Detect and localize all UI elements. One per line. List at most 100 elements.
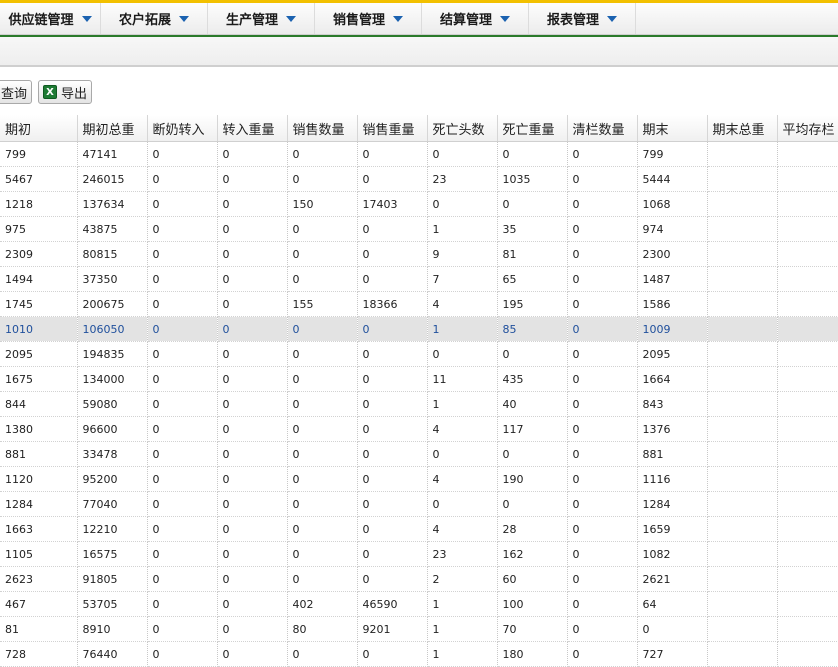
table-cell: 43875 — [77, 216, 148, 242]
table-cell — [777, 591, 838, 617]
column-header[interactable]: 期末总重 — [707, 115, 778, 142]
table-cell — [777, 191, 838, 217]
table-cell: 1380 — [0, 416, 78, 442]
table-cell — [777, 266, 838, 292]
table-row[interactable]: 1494 37350 0 0 0 0 7 65 0 1487 — [0, 266, 838, 292]
table-cell: 1105 — [0, 541, 78, 567]
table-cell: 47141 — [77, 141, 148, 167]
column-header[interactable]: 销售数量 — [287, 115, 358, 142]
table-row[interactable]: 5467 246015 0 0 0 0 23 1035 0 5444 — [0, 166, 838, 192]
table-row[interactable]: 2095 194835 0 0 0 0 0 0 0 2095 — [0, 341, 838, 367]
table-cell: 37350 — [77, 266, 148, 292]
table-cell: 7 — [427, 266, 498, 292]
column-header[interactable]: 销售重量 — [357, 115, 428, 142]
table-cell: 435 — [497, 366, 568, 392]
export-button[interactable]: X 导出 — [38, 80, 93, 104]
table-cell: 799 — [0, 141, 78, 167]
table-row[interactable]: 1663 12210 0 0 0 0 4 28 0 1659 — [0, 516, 838, 542]
table-cell: 2 — [427, 566, 498, 592]
table-row[interactable]: 799 47141 0 0 0 0 0 0 0 799 — [0, 141, 838, 167]
table-cell: 0 — [147, 216, 218, 242]
column-header[interactable]: 期初总重 — [77, 115, 148, 142]
menu-item-4[interactable]: 结算管理 — [422, 3, 529, 34]
table-cell: 0 — [147, 141, 218, 167]
table-row[interactable]: 1218 137634 0 0 150 17403 0 0 0 1068 — [0, 191, 838, 217]
column-header[interactable]: 死亡头数 — [427, 115, 498, 142]
menu-item-label: 农户拓展 — [118, 13, 171, 28]
table-row[interactable]: 1284 77040 0 0 0 0 0 0 0 1284 — [0, 491, 838, 517]
table-cell: 0 — [427, 341, 498, 367]
table-cell: 0 — [287, 541, 358, 567]
table-cell — [777, 441, 838, 467]
table-row[interactable]: 728 76440 0 0 0 0 1 180 0 727 — [0, 641, 838, 667]
chevron-down-icon — [286, 15, 296, 22]
chevron-down-icon — [179, 15, 189, 22]
table-cell: 162 — [497, 541, 568, 567]
column-header[interactable]: 转入重量 — [217, 115, 288, 142]
table-cell: 65 — [497, 266, 568, 292]
table-row[interactable]: 881 33478 0 0 0 0 0 0 0 881 — [0, 441, 838, 467]
table-row[interactable]: 467 53705 0 0 402 46590 1 100 0 64 — [0, 591, 838, 617]
table-cell: 190 — [497, 466, 568, 492]
table-cell: 881 — [0, 441, 78, 467]
table-cell: 59080 — [77, 391, 148, 417]
table-row[interactable]: 1010 106050 0 0 0 0 1 85 0 1009 — [0, 316, 838, 342]
column-header[interactable]: 清栏数量 — [567, 115, 638, 142]
table-cell: 0 — [567, 266, 638, 292]
table-row[interactable]: 975 43875 0 0 0 0 1 35 0 974 — [0, 216, 838, 242]
table-cell: 467 — [0, 591, 78, 617]
menu-item-2[interactable]: 生产管理 — [208, 3, 315, 34]
query-button[interactable]: 查询 — [0, 80, 33, 104]
column-header[interactable]: 死亡重量 — [497, 115, 568, 142]
table-row[interactable]: 1745 200675 0 0 155 18366 4 195 0 1586 — [0, 291, 838, 317]
menu-item-5[interactable]: 报表管理 — [529, 3, 636, 34]
table-cell: 0 — [217, 291, 288, 317]
table-row[interactable]: 2309 80815 0 0 0 0 9 81 0 2300 — [0, 241, 838, 267]
table-cell: 0 — [147, 591, 218, 617]
table-cell: 1675 — [0, 366, 78, 392]
table-cell: 1284 — [0, 491, 78, 517]
table-cell: 2309 — [0, 241, 78, 267]
table-cell: 0 — [357, 491, 428, 517]
table-row[interactable]: 81 8910 0 0 80 9201 1 70 0 0 — [0, 616, 838, 642]
menu-item-3[interactable]: 销售管理 — [315, 3, 422, 34]
column-header[interactable]: 平均存栏 — [777, 115, 838, 142]
menu-item-0[interactable]: 供应链管理 — [0, 3, 101, 34]
table-cell: 0 — [357, 141, 428, 167]
chevron-down-icon — [607, 15, 617, 22]
table-cell: 12210 — [77, 516, 148, 542]
table-cell: 0 — [357, 441, 428, 467]
table-cell — [777, 216, 838, 242]
table-cell: 77040 — [77, 491, 148, 517]
table-cell: 0 — [217, 166, 288, 192]
table-row[interactable]: 1675 134000 0 0 0 0 11 435 0 1664 — [0, 366, 838, 392]
table-cell: 137634 — [77, 191, 148, 217]
table-cell — [707, 316, 778, 342]
table-cell: 0 — [147, 616, 218, 642]
table-cell — [777, 491, 838, 517]
menu-item-1[interactable]: 农户拓展 — [101, 3, 208, 34]
table-row[interactable]: 844 59080 0 0 0 0 1 40 0 843 — [0, 391, 838, 417]
table-cell: 81 — [497, 241, 568, 267]
column-header[interactable]: 断奶转入 — [147, 115, 218, 142]
table-cell: 1 — [427, 641, 498, 667]
menu-item-label: 结算管理 — [439, 13, 492, 28]
table-cell: 194835 — [77, 341, 148, 367]
table-cell: 0 — [217, 641, 288, 667]
table-cell: 91805 — [77, 566, 148, 592]
table-cell: 1376 — [637, 416, 708, 442]
table-cell: 1659 — [637, 516, 708, 542]
table-cell — [707, 591, 778, 617]
table-cell: 1035 — [497, 166, 568, 192]
table-cell: 1116 — [637, 466, 708, 492]
table-row[interactable]: 1105 16575 0 0 0 0 23 162 0 1082 — [0, 541, 838, 567]
table-cell: 76440 — [77, 641, 148, 667]
column-header[interactable]: 期末 — [637, 115, 708, 142]
column-header[interactable]: 期初 — [0, 115, 78, 142]
table-cell: 0 — [217, 241, 288, 267]
table-row[interactable]: 1120 95200 0 0 0 0 4 190 0 1116 — [0, 466, 838, 492]
table-cell: 975 — [0, 216, 78, 242]
table-cell: 0 — [147, 316, 218, 342]
table-row[interactable]: 2623 91805 0 0 0 0 2 60 0 2621 — [0, 566, 838, 592]
table-row[interactable]: 1380 96600 0 0 0 0 4 117 0 1376 — [0, 416, 838, 442]
